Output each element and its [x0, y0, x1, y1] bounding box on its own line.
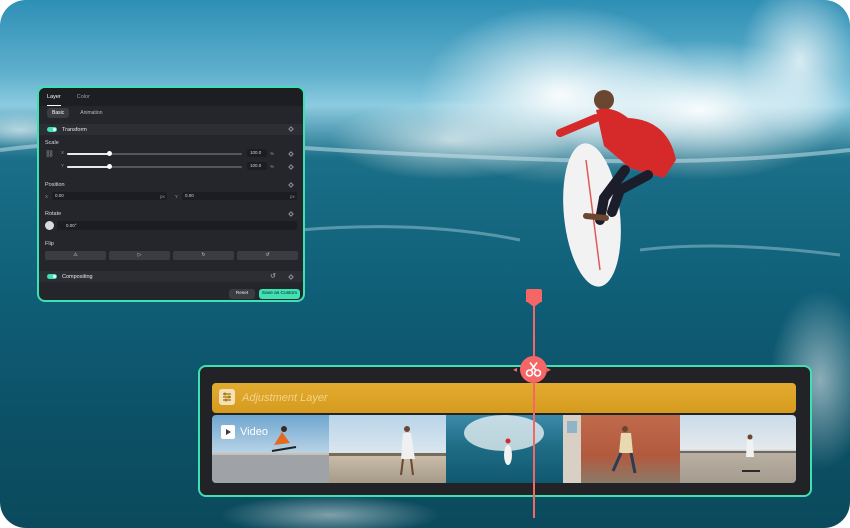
video-clip-tag: Video [221, 425, 268, 439]
position-y-value[interactable]: 0.00 [182, 192, 297, 200]
rotate-cw-button[interactable]: ↻ [173, 251, 234, 260]
adjustment-layer-clip[interactable]: Adjustment Layer [212, 383, 796, 413]
split-button[interactable] [520, 356, 547, 383]
adjustment-layer-icon [219, 389, 235, 405]
panel-tabs: Layer Color [39, 88, 303, 106]
compositing-section-header[interactable]: Compositing [39, 271, 303, 282]
position-x-axis: X [45, 194, 49, 199]
scale-x-handle[interactable] [107, 151, 112, 156]
video-clip-label: Video [240, 426, 268, 438]
rotate-value[interactable]: 0.00° [57, 221, 297, 230]
transform-title: Transform [62, 126, 87, 133]
scale-x-fill [67, 153, 109, 155]
tab-layer[interactable]: Layer [47, 88, 61, 106]
rotate-dial-icon[interactable] [45, 221, 54, 230]
subtab-animation[interactable]: Animation [75, 108, 107, 118]
video-thumbnail [446, 415, 563, 483]
reset-section-icon[interactable]: ↺ [270, 272, 276, 280]
position-x-value[interactable]: 0.00 [52, 192, 167, 200]
play-icon [221, 425, 235, 439]
position-y-axis: Y [175, 194, 179, 199]
subtab-basic[interactable]: Basic [47, 108, 70, 118]
tab-color[interactable]: Color [77, 88, 90, 106]
flip-vertical-button[interactable]: ⚠ [45, 251, 106, 260]
playhead-line[interactable] [533, 298, 535, 518]
split-left-arrow-icon: ◂ [513, 365, 518, 374]
scale-y-fill [67, 166, 109, 168]
video-thumbnail [329, 415, 446, 483]
video-clip[interactable]: Video [212, 415, 796, 483]
scale-label: Scale [45, 140, 59, 146]
transform-section-header[interactable]: Transform [39, 124, 303, 135]
scale-y-unit: % [270, 164, 275, 169]
flip-label: Flip [45, 241, 54, 247]
flip-horizontal-button[interactable]: ▷ [109, 251, 170, 260]
split-right-arrow-icon: ▸ [547, 365, 552, 374]
position-x-unit: px [160, 194, 165, 199]
save-as-custom-button[interactable]: Save as Custom [259, 289, 300, 299]
position-label: Position [45, 182, 65, 188]
scale-y-handle[interactable] [107, 164, 112, 169]
video-thumbnail [563, 415, 680, 483]
compositing-title: Compositing [62, 273, 93, 280]
scale-y-value[interactable]: 100.0 [247, 162, 267, 170]
position-y-unit: px [290, 194, 295, 199]
scale-y-axis: Y [61, 163, 65, 168]
rotate-ccw-button[interactable]: ↺ [237, 251, 298, 260]
reset-button[interactable]: Reset [229, 289, 255, 299]
transform-toggle[interactable] [47, 127, 57, 132]
panel-subtabs: Basic Animation [39, 106, 303, 120]
video-thumbnail [680, 415, 796, 483]
scale-x-value[interactable]: 100.0 [247, 149, 267, 157]
scale-x-axis: X [61, 150, 65, 155]
scissors-icon [525, 362, 542, 377]
link-chain-icon[interactable]: ⛓ [45, 150, 54, 158]
scale-x-unit: % [270, 151, 275, 156]
compositing-toggle[interactable] [47, 274, 57, 279]
rotate-label: Rotate [45, 211, 62, 217]
adjustment-layer-label: Adjustment Layer [242, 392, 328, 404]
playhead-handle-tip [526, 301, 542, 307]
